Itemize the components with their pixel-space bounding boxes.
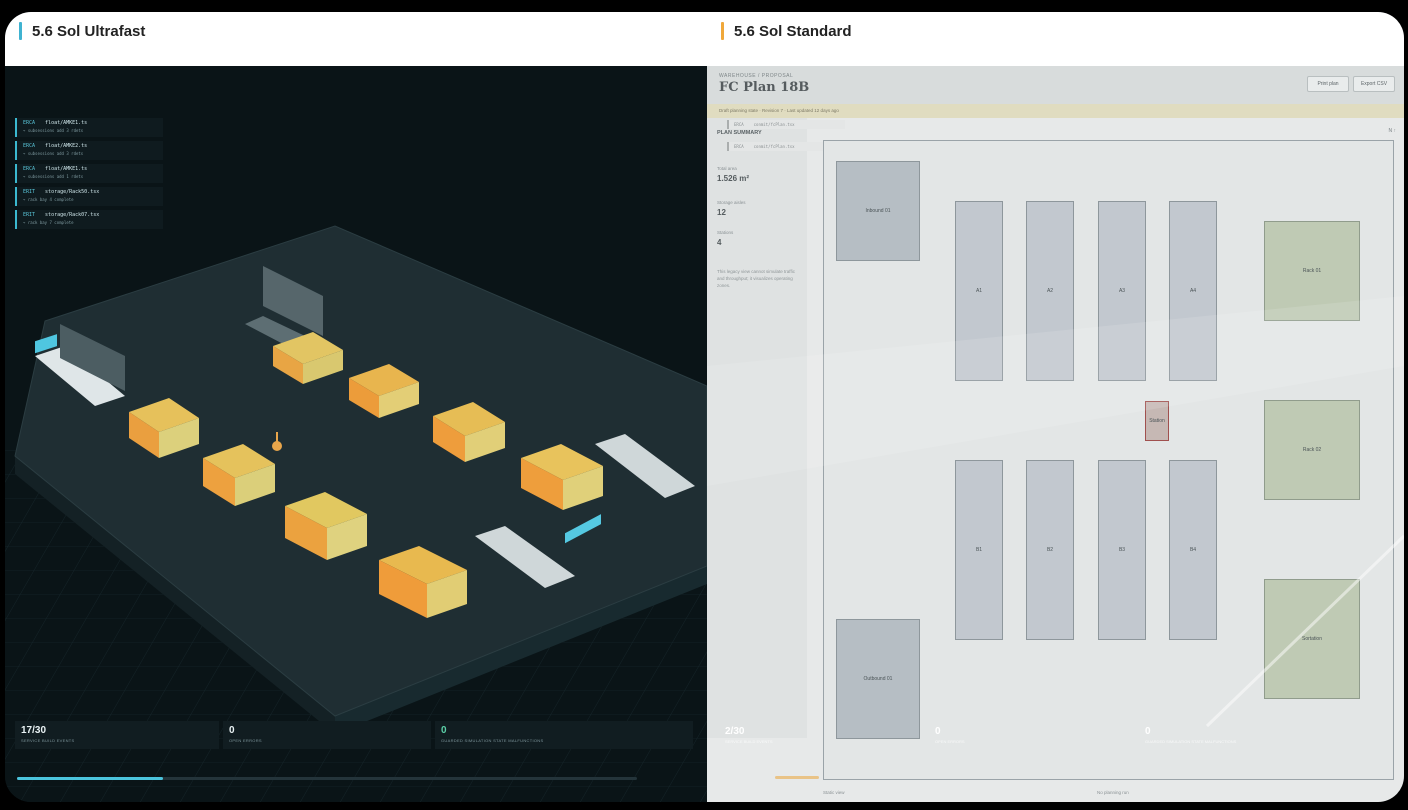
legacy-view-note: This legacy view cannot simulate traffic… <box>717 269 795 288</box>
aisle-a1[interactable]: A1 <box>955 201 1003 381</box>
standard-viewport[interactable]: WAREHOUSE / PROPOSAL FC Plan 18B Print p… <box>707 66 1404 802</box>
activity-log-item: ERCA float/AMKE1.ts → subsessions add 1 r… <box>15 164 163 183</box>
activity-log-item: ERCA float/AMKE2.ts → subsessions add 3 r… <box>15 141 163 160</box>
stations-value: 4 <box>717 238 722 247</box>
aisle-b2[interactable]: B2 <box>1026 460 1074 640</box>
stat-build-events: 17/30 SERVICE BUILD EVENTS <box>15 721 219 749</box>
plan-summary-sidebar: PLAN SUMMARY Total area 1.526 m² Storage… <box>707 118 807 738</box>
print-plan-button[interactable]: Print plan <box>1307 76 1349 92</box>
aisle-a3[interactable]: A3 <box>1098 201 1146 381</box>
activity-log-item: ERCA float/AMKE1.ts → subsessions add 3 r… <box>15 118 163 137</box>
footer-status-left: Static view <box>823 790 845 795</box>
zone-rack-02[interactable]: Rack 02 <box>1264 400 1360 500</box>
aisle-b4[interactable]: B4 <box>1169 460 1217 640</box>
robot-marker[interactable] <box>272 441 282 451</box>
build-progress-fill <box>17 777 163 780</box>
zone-outbound[interactable]: Outbound 01 <box>836 619 920 739</box>
aisle-b1[interactable]: B1 <box>955 460 1003 640</box>
activity-log-item: ERIT storage/Rack07.tsx → rack bay 7 comp… <box>15 210 163 229</box>
aisle-a4[interactable]: A4 <box>1169 201 1217 381</box>
floor-plan[interactable]: Inbound 01 Outbound 01 A1 A2 A3 A4 Stati… <box>823 140 1394 780</box>
zone-inbound[interactable]: Inbound 01 <box>836 161 920 261</box>
activity-log-item: ERIT storage/Rack50.tsx → rack bay 4 comp… <box>15 187 163 206</box>
stat-build-events: 2/30 SERVICE BUILD EVENTS <box>725 726 773 744</box>
summary-heading: PLAN SUMMARY <box>717 130 762 136</box>
build-progress-bar <box>17 777 637 780</box>
build-progress-fill <box>775 776 819 779</box>
accent-bar <box>721 22 724 40</box>
stat-open-errors: 0 OPEN ERRORS <box>223 721 431 749</box>
ultrafast-viewport[interactable]: ERCA float/AMKE1.ts → subsessions add 3 r… <box>5 66 707 802</box>
draft-notice-banner: Draft planning state · Revision 7 · Last… <box>707 104 1404 118</box>
zone-sortation[interactable]: Sortation <box>1264 579 1360 699</box>
right-panel-title-text: 5.6 Sol Standard <box>734 22 852 40</box>
accent-bar <box>19 22 22 40</box>
plan-header: WAREHOUSE / PROPOSAL FC Plan 18B Print p… <box>707 66 1404 104</box>
page-title: FC Plan 18B <box>719 80 810 95</box>
left-panel-title-text: 5.6 Sol Ultrafast <box>32 22 146 40</box>
stat-malfunctions: 0 GUARDED SIMULATION STATE MALFUNCTIONS <box>1145 726 1237 744</box>
storage-aisles-value: 12 <box>717 208 726 217</box>
left-panel-title: 5.6 Sol Ultrafast <box>19 22 145 40</box>
export-csv-button[interactable]: Export CSV <box>1353 76 1395 92</box>
zone-station[interactable]: Station <box>1145 401 1169 441</box>
stat-open-errors: 0 OPEN ERRORS <box>935 726 965 744</box>
total-area-value: 1.526 m² <box>717 174 750 183</box>
footer-status-mid: No planning run <box>1097 790 1129 795</box>
aisle-b3[interactable]: B3 <box>1098 460 1146 640</box>
breadcrumb: WAREHOUSE / PROPOSAL <box>719 73 794 79</box>
aisle-a2[interactable]: A2 <box>1026 201 1074 381</box>
right-panel-title: 5.6 Sol Standard <box>721 22 852 40</box>
command-log-item: ERCA conmit/fcPlan.tsx <box>727 120 845 129</box>
compass-label: N ↑ <box>1388 128 1397 134</box>
stat-malfunctions: 0 GUARDED SIMULATION STATE MALFUNCTIONS <box>435 721 693 749</box>
panel-header: 5.6 Sol Ultrafast 5.6 Sol Standard <box>5 12 1404 66</box>
zone-rack-01[interactable]: Rack 01 <box>1264 221 1360 321</box>
comparison-frame: 5.6 Sol Ultrafast 5.6 Sol Standard ERCA … <box>5 12 1404 802</box>
